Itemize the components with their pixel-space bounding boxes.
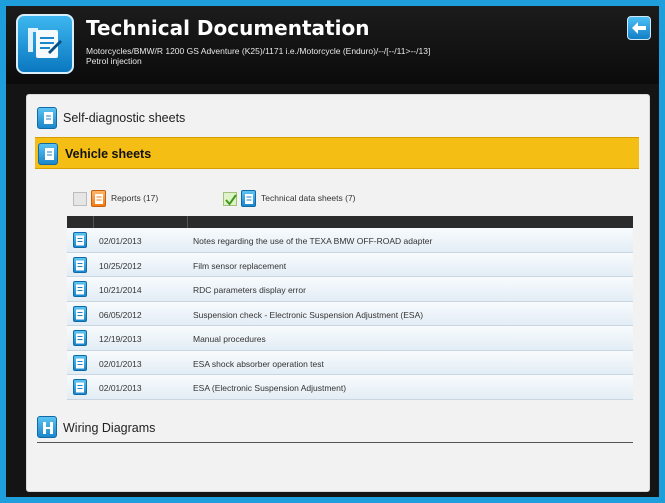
technical-filter-label[interactable]: Technical data sheets (7): [261, 193, 356, 203]
reports-checkbox[interactable]: [73, 192, 87, 206]
row-date: 10/21/2014: [99, 285, 142, 295]
document-icon: [73, 330, 87, 346]
report-icon: [91, 190, 106, 207]
row-description: Notes regarding the use of the TEXA BMW …: [193, 236, 433, 246]
table-row[interactable]: 10/21/2014 RDC parameters display error: [67, 277, 633, 302]
wiring-diagram-icon: [37, 416, 57, 438]
document-icon: [73, 305, 87, 322]
fuel-system-line: Petrol injection: [86, 56, 142, 66]
row-description: Suspension check - Electronic Suspension…: [193, 309, 424, 320]
section-vehicle-sheets[interactable]: Vehicle sheets: [35, 137, 639, 169]
vehicle-sheets-icon: [38, 143, 58, 165]
document-icon: [73, 379, 87, 395]
row-description: RDC parameters display error: [193, 285, 306, 295]
sheets-table: 02/01/2013 Notes regarding the use of the…: [67, 216, 633, 400]
section-label: Self-diagnostic sheets: [63, 111, 186, 125]
document-icon: [73, 281, 87, 297]
row-description: ESA shock absorber operation test: [193, 358, 324, 369]
header-bar: Technical Documentation Motorcycles/BMW/…: [6, 6, 659, 84]
vehicle-path: Motorcycles/BMW/R 1200 GS Adventure (K25…: [86, 46, 606, 66]
app-frame: Technical Documentation Motorcycles/BMW/…: [6, 6, 659, 497]
back-arrow-icon: [632, 22, 646, 34]
table-row[interactable]: 02/01/2013 ESA (Electronic Suspension Adj…: [67, 375, 633, 400]
row-date: 06/05/2012: [99, 309, 142, 320]
technical-data-checkbox[interactable]: [223, 192, 237, 206]
self-diagnostic-icon: [37, 107, 57, 129]
row-description: ESA (Electronic Suspension Adjustment): [193, 383, 347, 393]
section-wiring-diagrams[interactable]: Wiring Diagrams: [37, 415, 633, 443]
document-icon: [73, 354, 87, 371]
document-icon: [73, 256, 87, 273]
page-title: Technical Documentation: [86, 16, 370, 40]
section-label: Wiring Diagrams: [63, 421, 156, 435]
column-divider: [187, 216, 188, 228]
table-header: [67, 216, 633, 228]
table-body: 02/01/2013 Notes regarding the use of the…: [67, 228, 633, 400]
sheet-filters: Reports (17) Technical data sheets (7): [73, 189, 473, 209]
back-button[interactable]: [627, 16, 651, 40]
row-date: 02/01/2013: [99, 383, 142, 393]
section-self-diagnostic[interactable]: Self-diagnostic sheets: [37, 107, 637, 131]
row-date: 12/19/2013: [99, 334, 142, 344]
vehicle-path-line: Motorcycles/BMW/R 1200 GS Adventure (K25…: [86, 46, 431, 56]
technical-sheet-icon: [241, 190, 256, 207]
table-row[interactable]: 10/25/2012 Film sensor replacement: [67, 252, 633, 277]
reports-filter-label[interactable]: Reports (17): [111, 193, 158, 203]
row-date: 10/25/2012: [99, 260, 142, 271]
table-row[interactable]: 12/19/2013 Manual procedures: [67, 326, 633, 351]
row-description: Film sensor replacement: [193, 260, 287, 271]
column-divider: [93, 216, 94, 228]
table-row[interactable]: 02/01/2013 ESA shock absorber operation t…: [67, 350, 633, 375]
document-wrench-icon: [16, 14, 74, 74]
table-row[interactable]: 02/01/2013 Notes regarding the use of the…: [67, 228, 633, 253]
checkmark-icon: [225, 194, 237, 206]
table-row[interactable]: 06/05/2012 Suspension check - Electronic …: [67, 301, 633, 326]
content-panel: Self-diagnostic sheets Vehicle sheets Re…: [26, 94, 650, 492]
section-label: Vehicle sheets: [65, 147, 152, 161]
row-date: 02/01/2013: [99, 236, 142, 246]
row-date: 02/01/2013: [99, 358, 142, 369]
row-description: Manual procedures: [193, 334, 266, 344]
document-icon: [73, 232, 87, 248]
